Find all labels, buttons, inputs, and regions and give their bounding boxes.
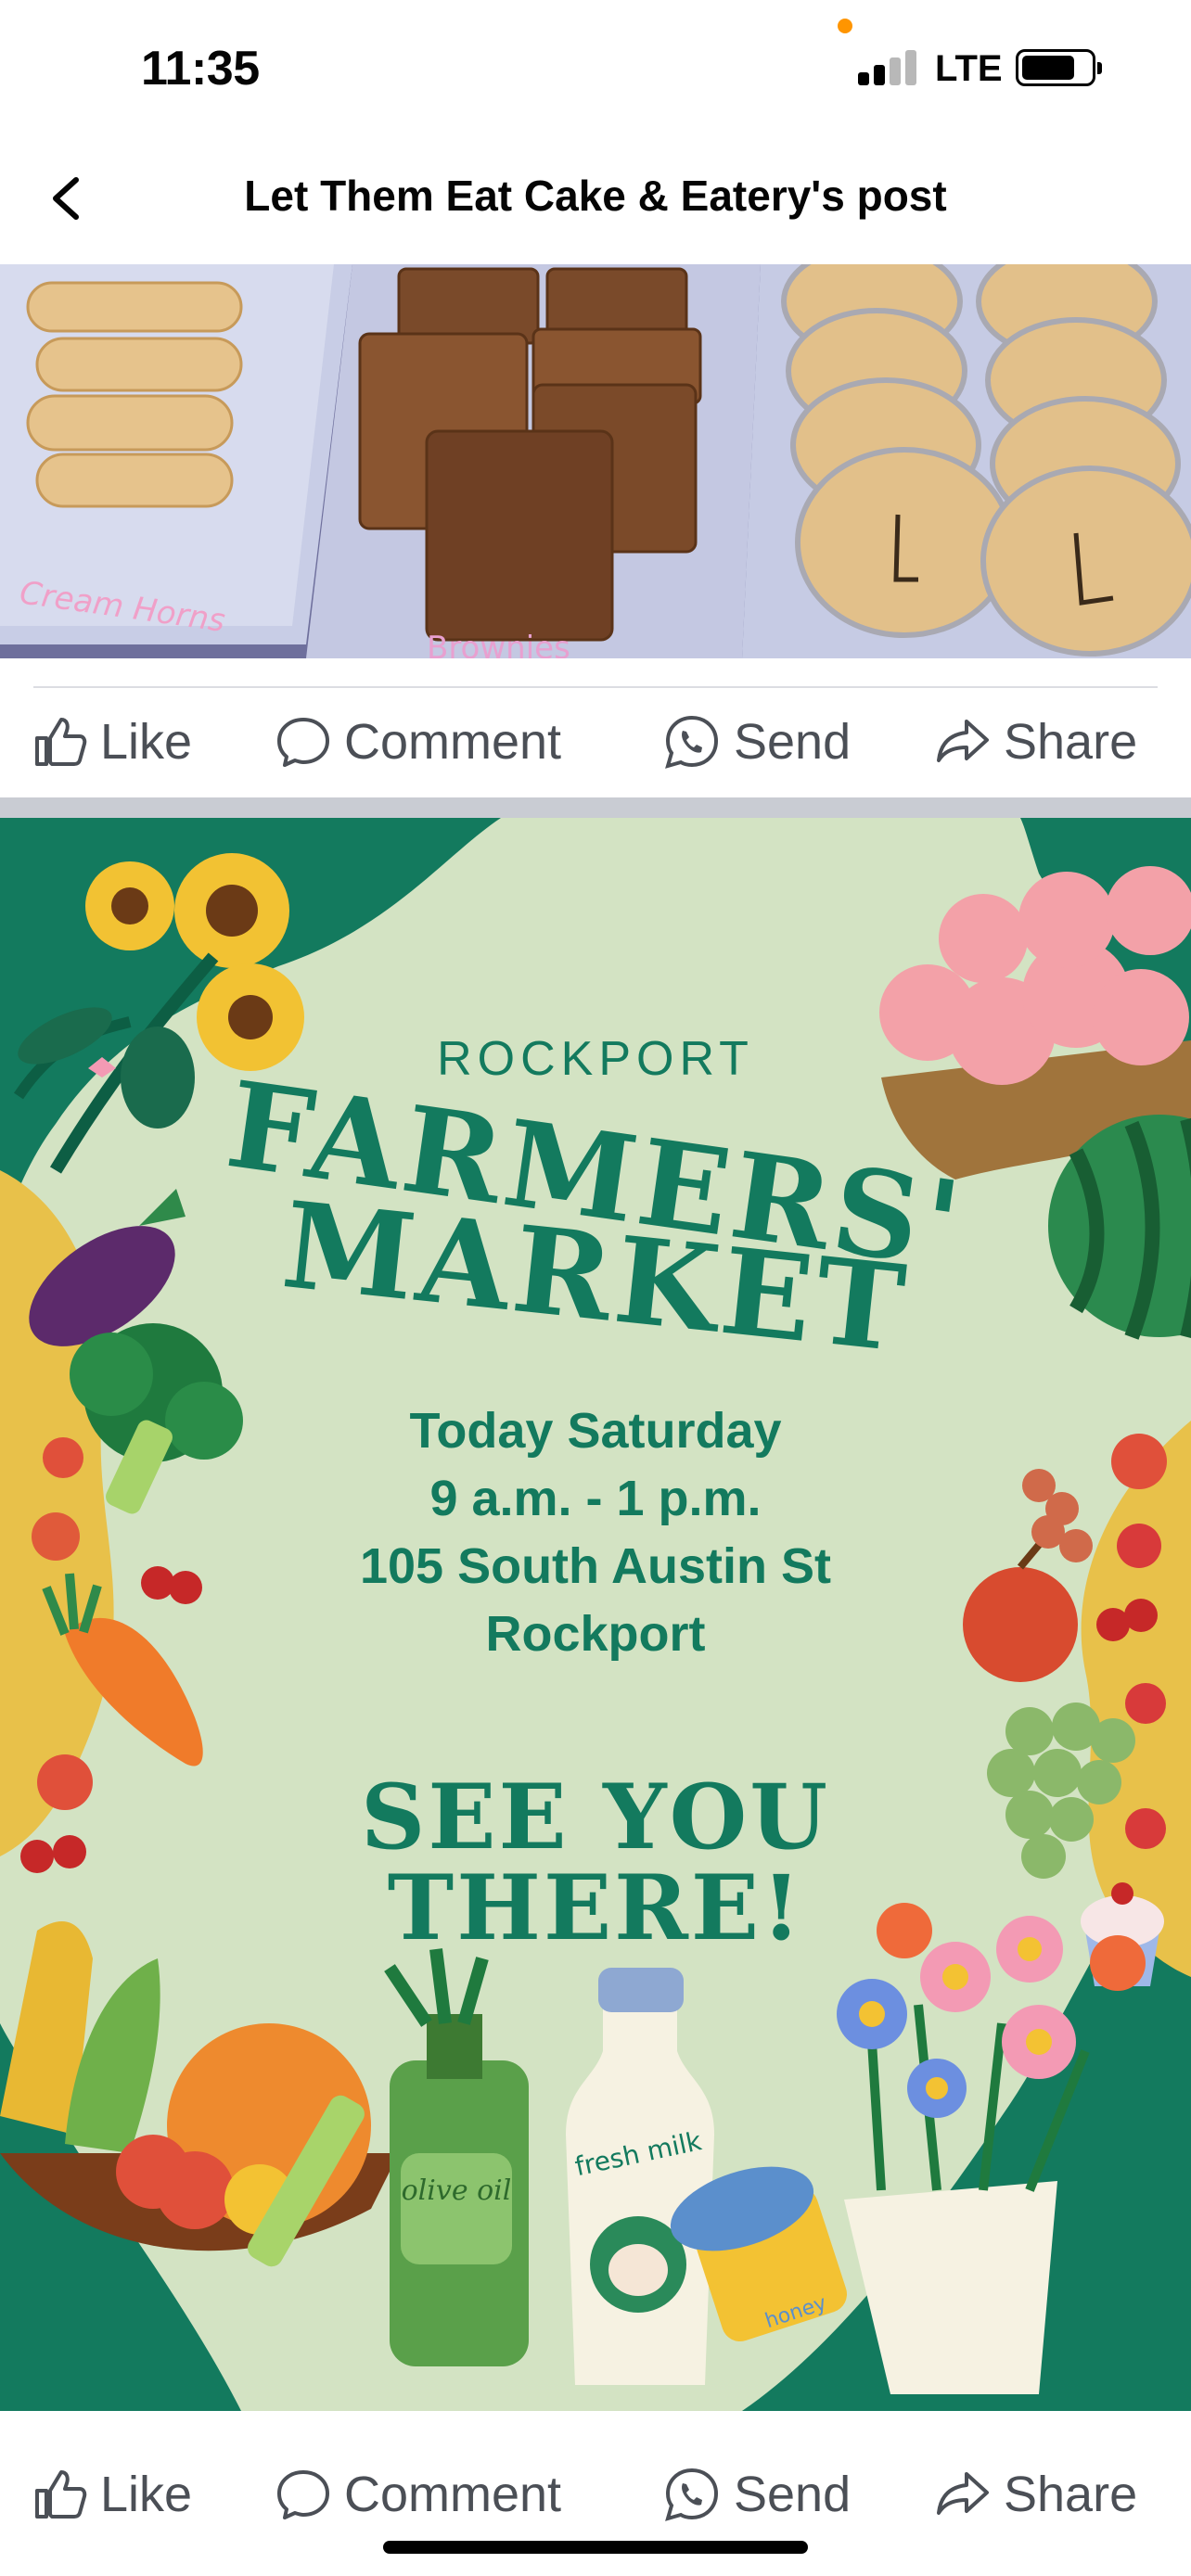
battery-icon [1016,49,1102,86]
flyer-address: 105 South Austin St [359,1538,832,1594]
flyer-day: Today Saturday [409,1403,782,1459]
share-button[interactable]: Share [935,686,1137,797]
send-button[interactable]: Send [663,2439,851,2550]
post-action-bar: Like Comment Send Share [0,686,1191,797]
comment-bubble-icon [277,2470,329,2519]
like-label: Like [100,2467,193,2522]
bakery-photo[interactable]: Cream Horns Brownies [0,264,1191,658]
status-time: 11:35 [141,42,260,96]
page-title: Let Them Eat Cake & Eatery's post [244,172,947,220]
whatsapp-icon [665,2468,719,2521]
whatsapp-icon [665,715,719,769]
send-button[interactable]: Send [663,686,851,797]
like-button[interactable]: Like [33,2439,192,2550]
post-action-bar-2: Like Comment Send Share [0,2439,1191,2550]
comment-button[interactable]: Comment [275,2439,561,2550]
flyer-town: Rockport [485,1606,706,1662]
flyer-cta-line2: THERE! [387,1855,804,1960]
share-label: Share [1004,714,1138,770]
photo-label-brownies: Brownies [427,630,570,658]
share-button[interactable]: Share [935,2439,1137,2550]
post-separator [0,797,1191,818]
bakery-photo-graphic: Cream Horns Brownies [0,264,1191,658]
like-button[interactable]: Like [33,686,192,797]
send-label: Send [734,714,852,770]
share-label: Share [1004,2467,1138,2522]
flyer-hours: 9 a.m. - 1 p.m. [429,1471,762,1526]
flyer-cta-line1: SEE YOU [361,1765,830,1869]
comment-label: Comment [344,2467,562,2522]
comment-button[interactable]: Comment [275,686,561,797]
send-label: Send [734,2467,852,2522]
privacy-indicator-dot [838,19,852,33]
home-indicator[interactable] [383,2541,808,2554]
comment-bubble-icon [277,718,329,767]
post-header: Let Them Eat Cake & Eatery's post [0,139,1191,264]
status-bar: 11:35 LTE [0,0,1191,139]
thumbs-up-icon [35,2470,87,2519]
signal-icon [858,48,923,85]
thumbs-up-icon [35,718,87,766]
olive-oil-label: olive oil [402,2174,512,2207]
network-type: LTE [935,48,1003,89]
comment-label: Comment [344,714,562,770]
like-label: Like [100,714,193,770]
share-arrow-icon [937,720,989,762]
share-arrow-icon [937,2472,989,2515]
farmers-market-flyer[interactable]: olive oil fresh milk honey ROCKPORT FARM… [0,818,1191,2411]
